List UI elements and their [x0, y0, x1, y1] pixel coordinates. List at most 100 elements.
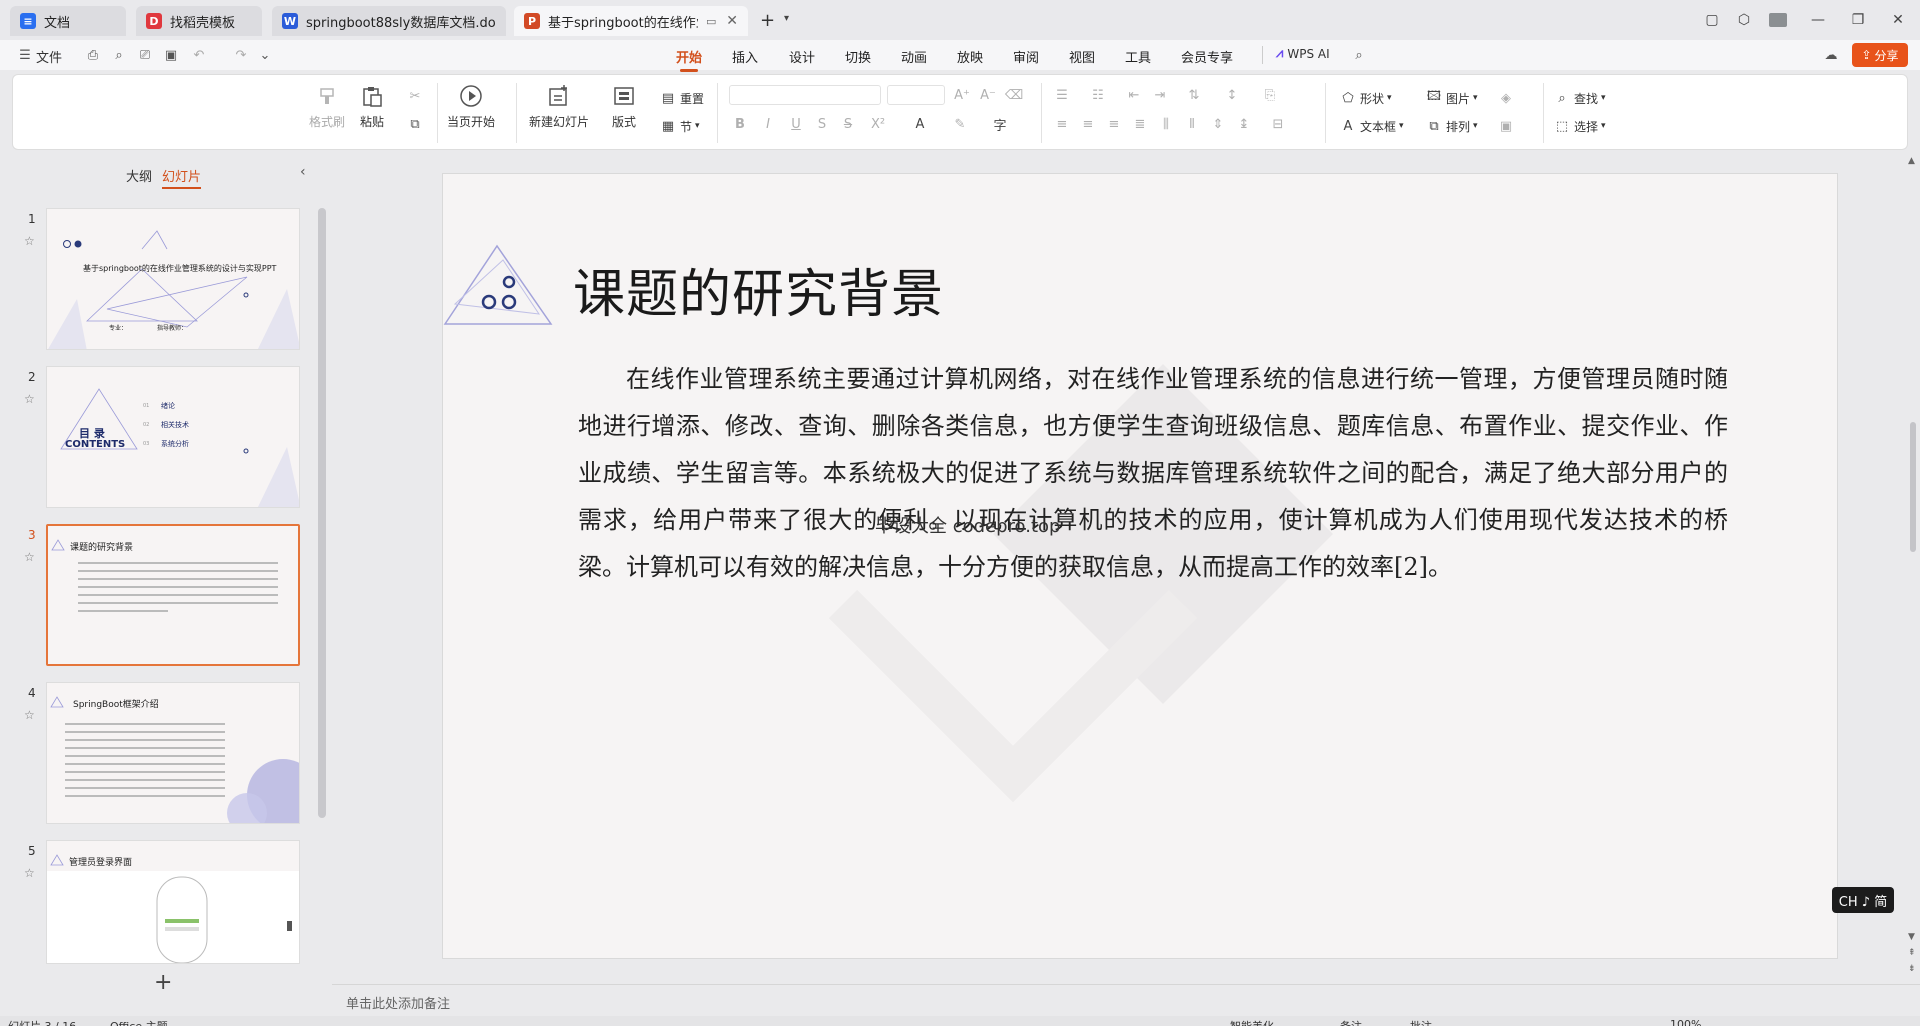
window-layout-icon[interactable]: ▢: [1700, 8, 1724, 32]
font-family-select[interactable]: [729, 85, 881, 105]
align-right-icon[interactable]: ≡: [1105, 115, 1123, 133]
align-left-icon[interactable]: ≡: [1053, 115, 1071, 133]
scroll-down-icon[interactable]: ▼: [1908, 932, 1915, 942]
cube-icon[interactable]: ⬡: [1732, 8, 1756, 32]
italic-icon[interactable]: I: [759, 115, 777, 133]
tab-review[interactable]: 审阅: [1013, 47, 1039, 66]
underline-icon[interactable]: U: [787, 115, 805, 133]
strikethrough-icon[interactable]: S: [839, 115, 857, 133]
tab-home[interactable]: 开始: [676, 47, 702, 72]
shape-button[interactable]: ⬠ 形状 ▾: [1339, 89, 1391, 107]
reset-button[interactable]: ▤ 重置: [659, 89, 704, 107]
prev-slide-icon[interactable]: ⇞: [1908, 948, 1916, 958]
bold-icon[interactable]: B: [731, 115, 749, 133]
wps-ai-button[interactable]: ⩘ WPS AI: [1276, 46, 1330, 61]
section-button[interactable]: ▦ 节 ▾: [659, 117, 700, 135]
clear-format-icon[interactable]: ⌫: [1005, 86, 1023, 104]
star-icon[interactable]: ☆: [24, 234, 35, 248]
textbox-button[interactable]: A 文本框 ▾: [1339, 117, 1404, 135]
screen-icon[interactable]: ▭: [706, 15, 716, 28]
export-icon[interactable]: ⌕: [110, 46, 128, 64]
current-slide[interactable]: 课题的研究背景 在线作业管理系统主要通过计算机网络，对在线作业管理系统的信息进行…: [442, 173, 1838, 959]
line-spacing-options-icon[interactable]: ↨: [1235, 115, 1253, 133]
close-tab-icon[interactable]: ✕: [726, 13, 738, 29]
columns-icon[interactable]: ⫴: [1183, 115, 1201, 133]
find-button[interactable]: ⌕ 查找 ▾: [1553, 89, 1605, 107]
print-icon[interactable]: ⎚: [136, 46, 154, 64]
numbered-list-icon[interactable]: ☷: [1089, 86, 1107, 104]
tab-outline[interactable]: 大纲: [126, 166, 152, 185]
cloud-upload-icon[interactable]: ☁: [1822, 46, 1840, 64]
paste-button[interactable]: 粘贴: [359, 83, 385, 130]
tab-slideshow[interactable]: 放映: [957, 47, 983, 66]
superscript-icon[interactable]: X²: [869, 115, 887, 133]
font-size-select[interactable]: [887, 85, 945, 105]
slide-thumbnail-5[interactable]: 管理员登录界面: [46, 840, 300, 964]
copy-icon[interactable]: ⧉: [406, 115, 424, 133]
slide-thumbnail-3[interactable]: 课题的研究背景: [46, 524, 300, 666]
slide-title[interactable]: 课题的研究背景: [573, 252, 944, 327]
align-center-icon[interactable]: ≡: [1079, 115, 1097, 133]
tab-dropdown-icon[interactable]: ▾: [784, 13, 789, 24]
ime-indicator[interactable]: CH ♪ 简: [1832, 887, 1894, 913]
fill-icon[interactable]: ◈: [1497, 89, 1515, 107]
line-spacing-icon[interactable]: ↕: [1223, 86, 1241, 104]
star-icon[interactable]: ☆: [24, 866, 35, 880]
tab-slides[interactable]: 幻灯片: [162, 166, 202, 189]
search-icon[interactable]: ⌕: [1350, 46, 1368, 64]
notes-toggle[interactable]: 备注: [1340, 1018, 1362, 1026]
character-spacing-icon[interactable]: 字: [991, 115, 1009, 134]
tab-ppt-active[interactable]: P 基于springboot的在线作业 ▭ ✕: [514, 6, 748, 36]
canvas-scrollbar[interactable]: ▲ ▼ ⇞ ⇟: [1906, 152, 1920, 990]
slide-thumbnail-4[interactable]: SpringBoot框架介绍: [46, 682, 300, 824]
slide-thumbnail-2[interactable]: 目 录 CONTENTS 01 绪论 02 相关技术 03 系统分析: [46, 366, 300, 508]
layout-button[interactable]: 版式: [611, 83, 637, 130]
add-slide-icon[interactable]: +: [154, 970, 172, 995]
smart-beautify-button[interactable]: 智能美化: [1230, 1018, 1274, 1026]
format-brush-button[interactable]: 格式刷: [309, 83, 345, 130]
star-icon[interactable]: ☆: [24, 392, 35, 406]
picture-button[interactable]: 🖾 图片 ▾: [1425, 89, 1478, 107]
tab-design[interactable]: 设计: [789, 47, 815, 66]
decrease-font-icon[interactable]: A⁻: [979, 86, 997, 104]
minimize-icon[interactable]: —: [1806, 8, 1830, 32]
scroll-up-icon[interactable]: ▲: [1908, 156, 1915, 166]
distribute-icon[interactable]: ⫼: [1157, 115, 1175, 133]
outline-icon[interactable]: ▣: [1497, 117, 1515, 135]
paragraph-spacing-icon[interactable]: ⇕: [1209, 115, 1227, 133]
font-color-icon[interactable]: A: [911, 115, 929, 133]
arrange-button[interactable]: ⧉ 排列 ▾: [1425, 117, 1477, 135]
avatar[interactable]: [1766, 8, 1790, 32]
tab-view[interactable]: 视图: [1069, 47, 1095, 66]
tab-member[interactable]: 会员专享: [1181, 47, 1233, 66]
bullet-list-icon[interactable]: ☰: [1053, 86, 1071, 104]
star-icon[interactable]: ☆: [24, 550, 35, 564]
tab-transition[interactable]: 切换: [845, 47, 871, 66]
comments-toggle[interactable]: 批注: [1410, 1018, 1432, 1026]
slide-body-text[interactable]: 在线作业管理系统主要通过计算机网络，对在线作业管理系统的信息进行统一管理，方便管…: [578, 356, 1728, 591]
shadow-icon[interactable]: S: [813, 115, 831, 133]
tab-tools[interactable]: 工具: [1125, 47, 1151, 66]
cut-icon[interactable]: ✂: [406, 87, 424, 105]
window-close-icon[interactable]: ✕: [1886, 8, 1910, 32]
new-slide-button[interactable]: 新建幻灯片: [529, 83, 589, 130]
quick-access-dropdown-icon[interactable]: ⌄: [256, 46, 274, 64]
text-direction-icon[interactable]: ⇅: [1185, 86, 1203, 104]
highlight-icon[interactable]: ✎: [951, 115, 969, 133]
redo-icon[interactable]: ↷: [232, 46, 250, 64]
justify-icon[interactable]: ≣: [1131, 115, 1149, 133]
tab-docer-template[interactable]: D 找稻壳模板: [136, 6, 262, 36]
tab-docs-home[interactable]: ≡ 文档: [10, 6, 126, 36]
select-button[interactable]: ⬚ 选择 ▾: [1553, 117, 1606, 135]
print-preview-icon[interactable]: ▣: [162, 46, 180, 64]
increase-font-icon[interactable]: A⁺: [953, 86, 971, 104]
share-button[interactable]: ⇪ 分享: [1852, 43, 1908, 67]
tab-insert[interactable]: 插入: [732, 47, 758, 66]
zoom-level[interactable]: 100%: [1670, 1018, 1701, 1026]
file-menu[interactable]: 文件: [36, 47, 62, 66]
slides-panel-scrollbar[interactable]: [318, 208, 326, 818]
increase-indent-icon[interactable]: ⇥: [1151, 86, 1169, 104]
convert-smartart-icon[interactable]: ⎘: [1261, 86, 1279, 104]
star-icon[interactable]: ☆: [24, 708, 35, 722]
new-tab-icon[interactable]: +: [760, 10, 775, 31]
